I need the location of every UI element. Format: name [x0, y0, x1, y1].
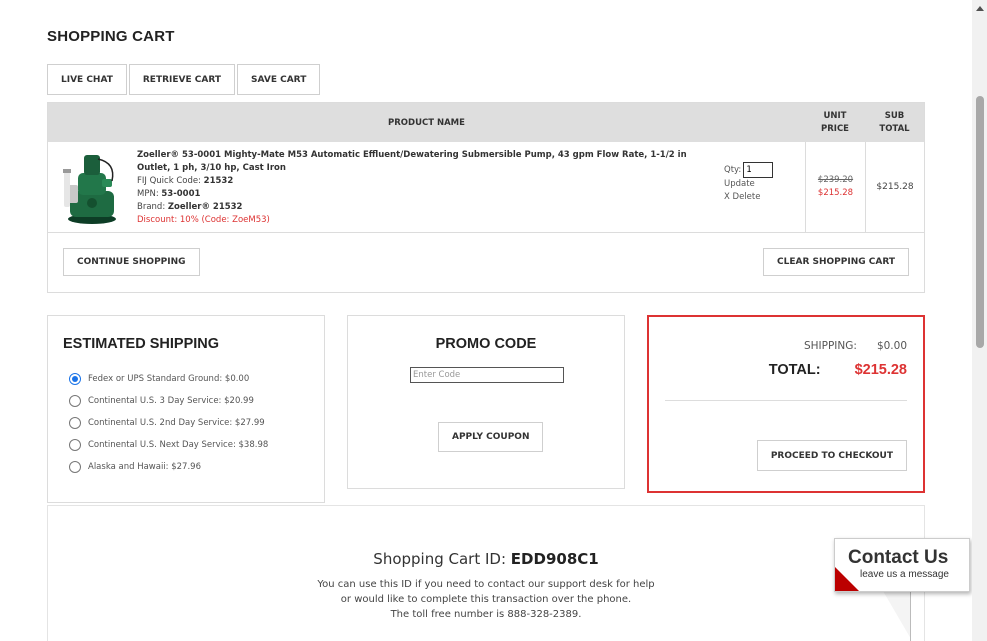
unit-price-cell: $239.20 $215.28: [805, 142, 865, 232]
header-unit-price: UNIT PRICE: [805, 103, 865, 142]
total-value: $215.28: [854, 362, 907, 378]
shipping-option-label: Continental U.S. Next Day Service: $38.9…: [88, 440, 269, 450]
discount-text: Discount: 10% (Code: ZoeM53): [137, 215, 270, 225]
shipping-value: $0.00: [876, 340, 907, 352]
top-actions: LIVE CHAT RETRIEVE CART SAVE CART: [47, 64, 321, 95]
shipping-option-label: Alaska and Hawaii: $27.96: [88, 462, 201, 472]
sub-total-cell: $215.28: [865, 142, 924, 232]
shipping-radio[interactable]: [69, 395, 81, 407]
quick-code-label: FIJ Quick Code:: [137, 176, 204, 186]
contact-tail-edge: [904, 591, 911, 641]
product-title-link[interactable]: Zoeller® 53-0001 Mighty-Mate M53 Automat…: [137, 149, 717, 175]
mpn-label: MPN:: [137, 189, 162, 199]
shipping-option[interactable]: Continental U.S. 3 Day Service: $20.99: [69, 390, 268, 412]
brand-value: Zoeller® 21532: [167, 202, 243, 212]
cart-id: Shopping Cart ID: EDD908C1: [48, 550, 924, 568]
shipping-option[interactable]: Fedex or UPS Standard Ground: $0.00: [69, 368, 268, 390]
shipping-option[interactable]: Alaska and Hawaii: $27.96: [69, 456, 268, 478]
promo-code-panel: PROMO CODE APPLY COUPON: [347, 315, 625, 489]
shipping-option[interactable]: Continental U.S. 2nd Day Service: $27.99: [69, 412, 268, 434]
clear-cart-button[interactable]: CLEAR SHOPPING CART: [762, 248, 909, 276]
pump-image-icon[interactable]: [62, 151, 122, 225]
quantity-controls: Qty: Update X Delete: [724, 162, 774, 204]
shipping-total-row: SHIPPING: $0.00: [804, 340, 907, 352]
cart-id-description: You can use this ID if you need to conta…: [48, 577, 924, 622]
order-totals-panel: SHIPPING: $0.00 TOTAL: $215.28 PROCEED T…: [647, 315, 925, 493]
cart-table-header: PRODUCT NAME UNIT PRICE SUB TOTAL: [48, 103, 924, 142]
page-title: SHOPPING CART: [47, 28, 175, 45]
shipping-radio[interactable]: [69, 417, 81, 429]
contact-corner-icon: [835, 567, 859, 591]
shipping-label: SHIPPING:: [803, 340, 857, 352]
continue-shopping-button[interactable]: CONTINUE SHOPPING: [63, 248, 200, 276]
shipping-radio[interactable]: [69, 439, 81, 451]
update-link[interactable]: Update: [724, 178, 773, 191]
estimated-shipping-panel: ESTIMATED SHIPPING Fedex or UPS Standard…: [47, 315, 325, 503]
header-sub-label: SUB: [884, 110, 905, 121]
contact-subtitle: leave us a message: [860, 569, 949, 580]
shipping-option-label: Continental U.S. 2nd Day Service: $27.99: [88, 418, 265, 428]
qty-label: Qty:: [724, 164, 742, 175]
promo-title: PROMO CODE: [435, 336, 537, 352]
delete-link[interactable]: X Delete: [724, 191, 773, 204]
header-sub-total: SUB TOTAL: [865, 103, 924, 142]
shipping-options: Fedex or UPS Standard Ground: $0.00 Conti…: [69, 368, 268, 478]
cart-id-desc-line-3: The toll free number is 888-328-2389.: [390, 609, 582, 620]
quantity-input[interactable]: [743, 162, 774, 178]
shipping-radio[interactable]: [69, 461, 81, 473]
header-product-name: PRODUCT NAME: [388, 117, 465, 128]
product-info: Zoeller® 53-0001 Mighty-Mate M53 Automat…: [137, 149, 717, 227]
shipping-title: ESTIMATED SHIPPING: [63, 336, 220, 352]
cart-id-panel: Shopping Cart ID: EDD908C1 You can use t…: [47, 505, 925, 641]
header-total-label: TOTAL: [879, 123, 910, 134]
mpn-value: 53-0001: [161, 189, 201, 199]
cart-id-desc-line-2: or would like to complete this transacti…: [340, 594, 632, 605]
totals-divider: [665, 400, 907, 401]
original-price: $239.20: [817, 175, 854, 185]
cart-id-desc-line-1: You can use this ID if you need to conta…: [317, 579, 655, 590]
scroll-up-arrow-icon[interactable]: [972, 0, 987, 17]
brand-label: Brand:: [137, 202, 168, 212]
vertical-scrollbar[interactable]: [972, 0, 987, 641]
brand-line: Brand: Zoeller® 21532: [137, 201, 717, 214]
apply-coupon-button[interactable]: APPLY COUPON: [438, 422, 544, 452]
retrieve-cart-button[interactable]: RETRIEVE CART: [128, 64, 236, 95]
save-cart-button[interactable]: SAVE CART: [237, 64, 321, 95]
shipping-radio[interactable]: [69, 373, 81, 385]
shipping-option[interactable]: Continental U.S. Next Day Service: $38.9…: [69, 434, 268, 456]
shipping-option-label: Fedex or UPS Standard Ground: $0.00: [88, 374, 250, 384]
cart-actions: CONTINUE SHOPPING CLEAR SHOPPING CART: [48, 233, 924, 292]
cart-id-label: Shopping Cart ID:: [373, 550, 511, 568]
discounted-price: $215.28: [817, 188, 854, 198]
cart-table: PRODUCT NAME UNIT PRICE SUB TOTAL Zoelle…: [47, 102, 925, 293]
mpn-line: MPN: 53-0001: [137, 188, 717, 201]
quick-code-value: 21532: [203, 176, 234, 186]
proceed-to-checkout-button[interactable]: PROCEED TO CHECKOUT: [756, 440, 907, 471]
grand-total-row: TOTAL: $215.28: [769, 362, 907, 378]
table-row: Zoeller® 53-0001 Mighty-Mate M53 Automat…: [48, 142, 924, 233]
product-cell: Zoeller® 53-0001 Mighty-Mate M53 Automat…: [48, 142, 805, 232]
shipping-option-label: Continental U.S. 3 Day Service: $20.99: [88, 396, 254, 406]
cart-id-value: EDD908C1: [510, 550, 599, 568]
total-label: TOTAL:: [768, 362, 821, 378]
header-price-label: PRICE: [821, 123, 849, 134]
promo-code-input[interactable]: [410, 367, 564, 383]
quick-code-line: FIJ Quick Code: 21532: [137, 175, 717, 188]
contact-title: Contact Us: [848, 547, 949, 568]
live-chat-button[interactable]: LIVE CHAT: [47, 64, 127, 95]
header-unit-label: UNIT: [823, 110, 847, 121]
contact-us-widget[interactable]: Contact Us leave us a message: [834, 538, 970, 592]
scrollbar-thumb[interactable]: [976, 96, 984, 348]
